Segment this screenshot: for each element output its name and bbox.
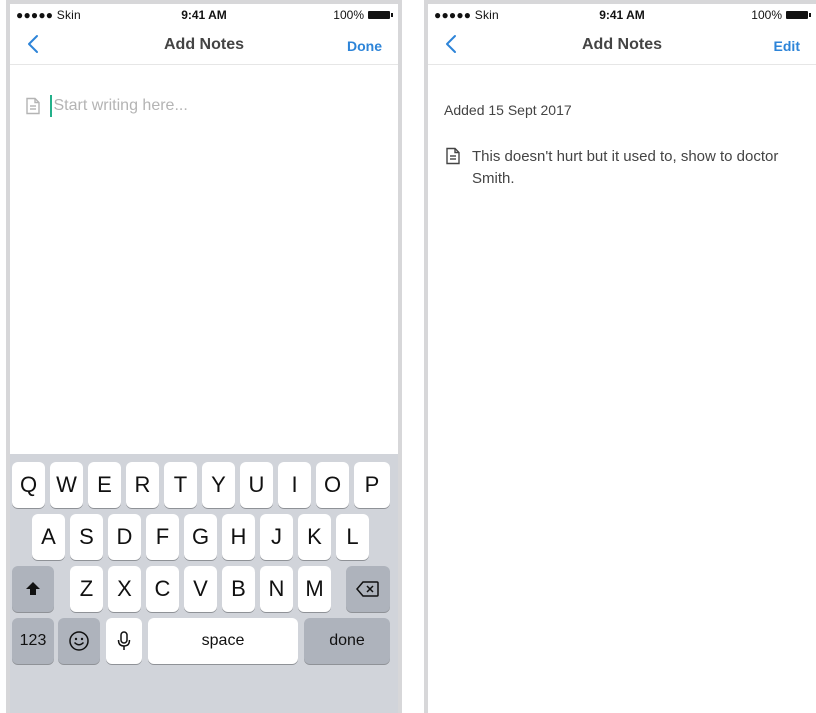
space-key[interactable]: space [148,618,298,664]
battery-status: 100% [751,8,811,22]
shift-key[interactable] [12,566,54,612]
key-y[interactable]: Y [202,462,235,508]
page-title: Add Notes [164,36,244,53]
document-icon [26,97,40,115]
back-chevron-icon[interactable] [440,32,464,56]
key-k[interactable]: K [298,514,331,560]
add-notes-editor-screen: ●●●●● Skin 9:41 AM 100% Add Notes Done S… [6,0,402,713]
key-d[interactable]: D [108,514,141,560]
emoji-key[interactable] [58,618,100,664]
battery-percent: 100% [333,8,364,22]
key-z[interactable]: Z [70,566,103,612]
editor-input-row[interactable]: Start writing here... [24,95,188,117]
keyboard-row-4: 123 space done [10,618,398,664]
key-i[interactable]: I [278,462,311,508]
emoji-smiley-icon [69,631,89,651]
numbers-key[interactable]: 123 [12,618,54,664]
back-chevron-icon[interactable] [22,32,46,56]
key-n[interactable]: N [260,566,293,612]
keyboard-row-2: A S D F G H J K L [10,514,398,560]
nav-bar: Add Notes Done [10,26,398,65]
note-item: This doesn't hurt but it used to, show t… [444,146,794,190]
battery-percent: 100% [751,8,782,22]
nav-bar: Add Notes Edit [428,26,816,65]
battery-icon [368,11,393,19]
key-t[interactable]: T [164,462,197,508]
microphone-icon [117,631,131,650]
keyboard-row-3: Z X C V B N M [10,566,398,612]
edit-button[interactable]: Edit [774,38,800,54]
shift-arrow-icon [26,582,40,595]
key-c[interactable]: C [146,566,179,612]
key-w[interactable]: W [50,462,83,508]
status-bar: ●●●●● Skin 9:41 AM 100% [428,4,816,26]
done-key[interactable]: done [304,618,390,664]
key-g[interactable]: G [184,514,217,560]
add-notes-view-screen: ●●●●● Skin 9:41 AM 100% Add Notes Edit A… [424,0,816,713]
key-j[interactable]: J [260,514,293,560]
note-added-date: Added 15 Sept 2017 [444,102,572,118]
battery-status: 100% [333,8,393,22]
key-l[interactable]: L [336,514,369,560]
key-a[interactable]: A [32,514,65,560]
keyboard: Q W E R T Y U I O P A S D F G H J K L Z … [10,454,398,713]
key-v[interactable]: V [184,566,217,612]
document-icon [446,147,460,165]
key-b[interactable]: B [222,566,255,612]
key-h[interactable]: H [222,514,255,560]
key-o[interactable]: O [316,462,349,508]
key-e[interactable]: E [88,462,121,508]
status-bar: ●●●●● Skin 9:41 AM 100% [10,4,398,26]
key-r[interactable]: R [126,462,159,508]
battery-icon [786,11,811,19]
page-title: Add Notes [582,36,662,53]
key-x[interactable]: X [108,566,141,612]
key-f[interactable]: F [146,514,179,560]
backspace-icon [356,581,379,597]
note-editor[interactable]: Start writing here... [10,65,398,458]
key-p[interactable]: P [354,462,390,508]
text-caret [50,95,52,117]
backspace-key[interactable] [346,566,390,612]
done-button[interactable]: Done [347,38,382,54]
keyboard-row-1: Q W E R T Y U I O P [10,462,398,508]
key-q[interactable]: Q [12,462,45,508]
key-s[interactable]: S [70,514,103,560]
note-text: This doesn't hurt but it used to, show t… [472,148,779,187]
key-u[interactable]: U [240,462,273,508]
key-m[interactable]: M [298,566,331,612]
note-input-placeholder[interactable]: Start writing here... [54,97,188,115]
dictation-key[interactable] [106,618,142,664]
